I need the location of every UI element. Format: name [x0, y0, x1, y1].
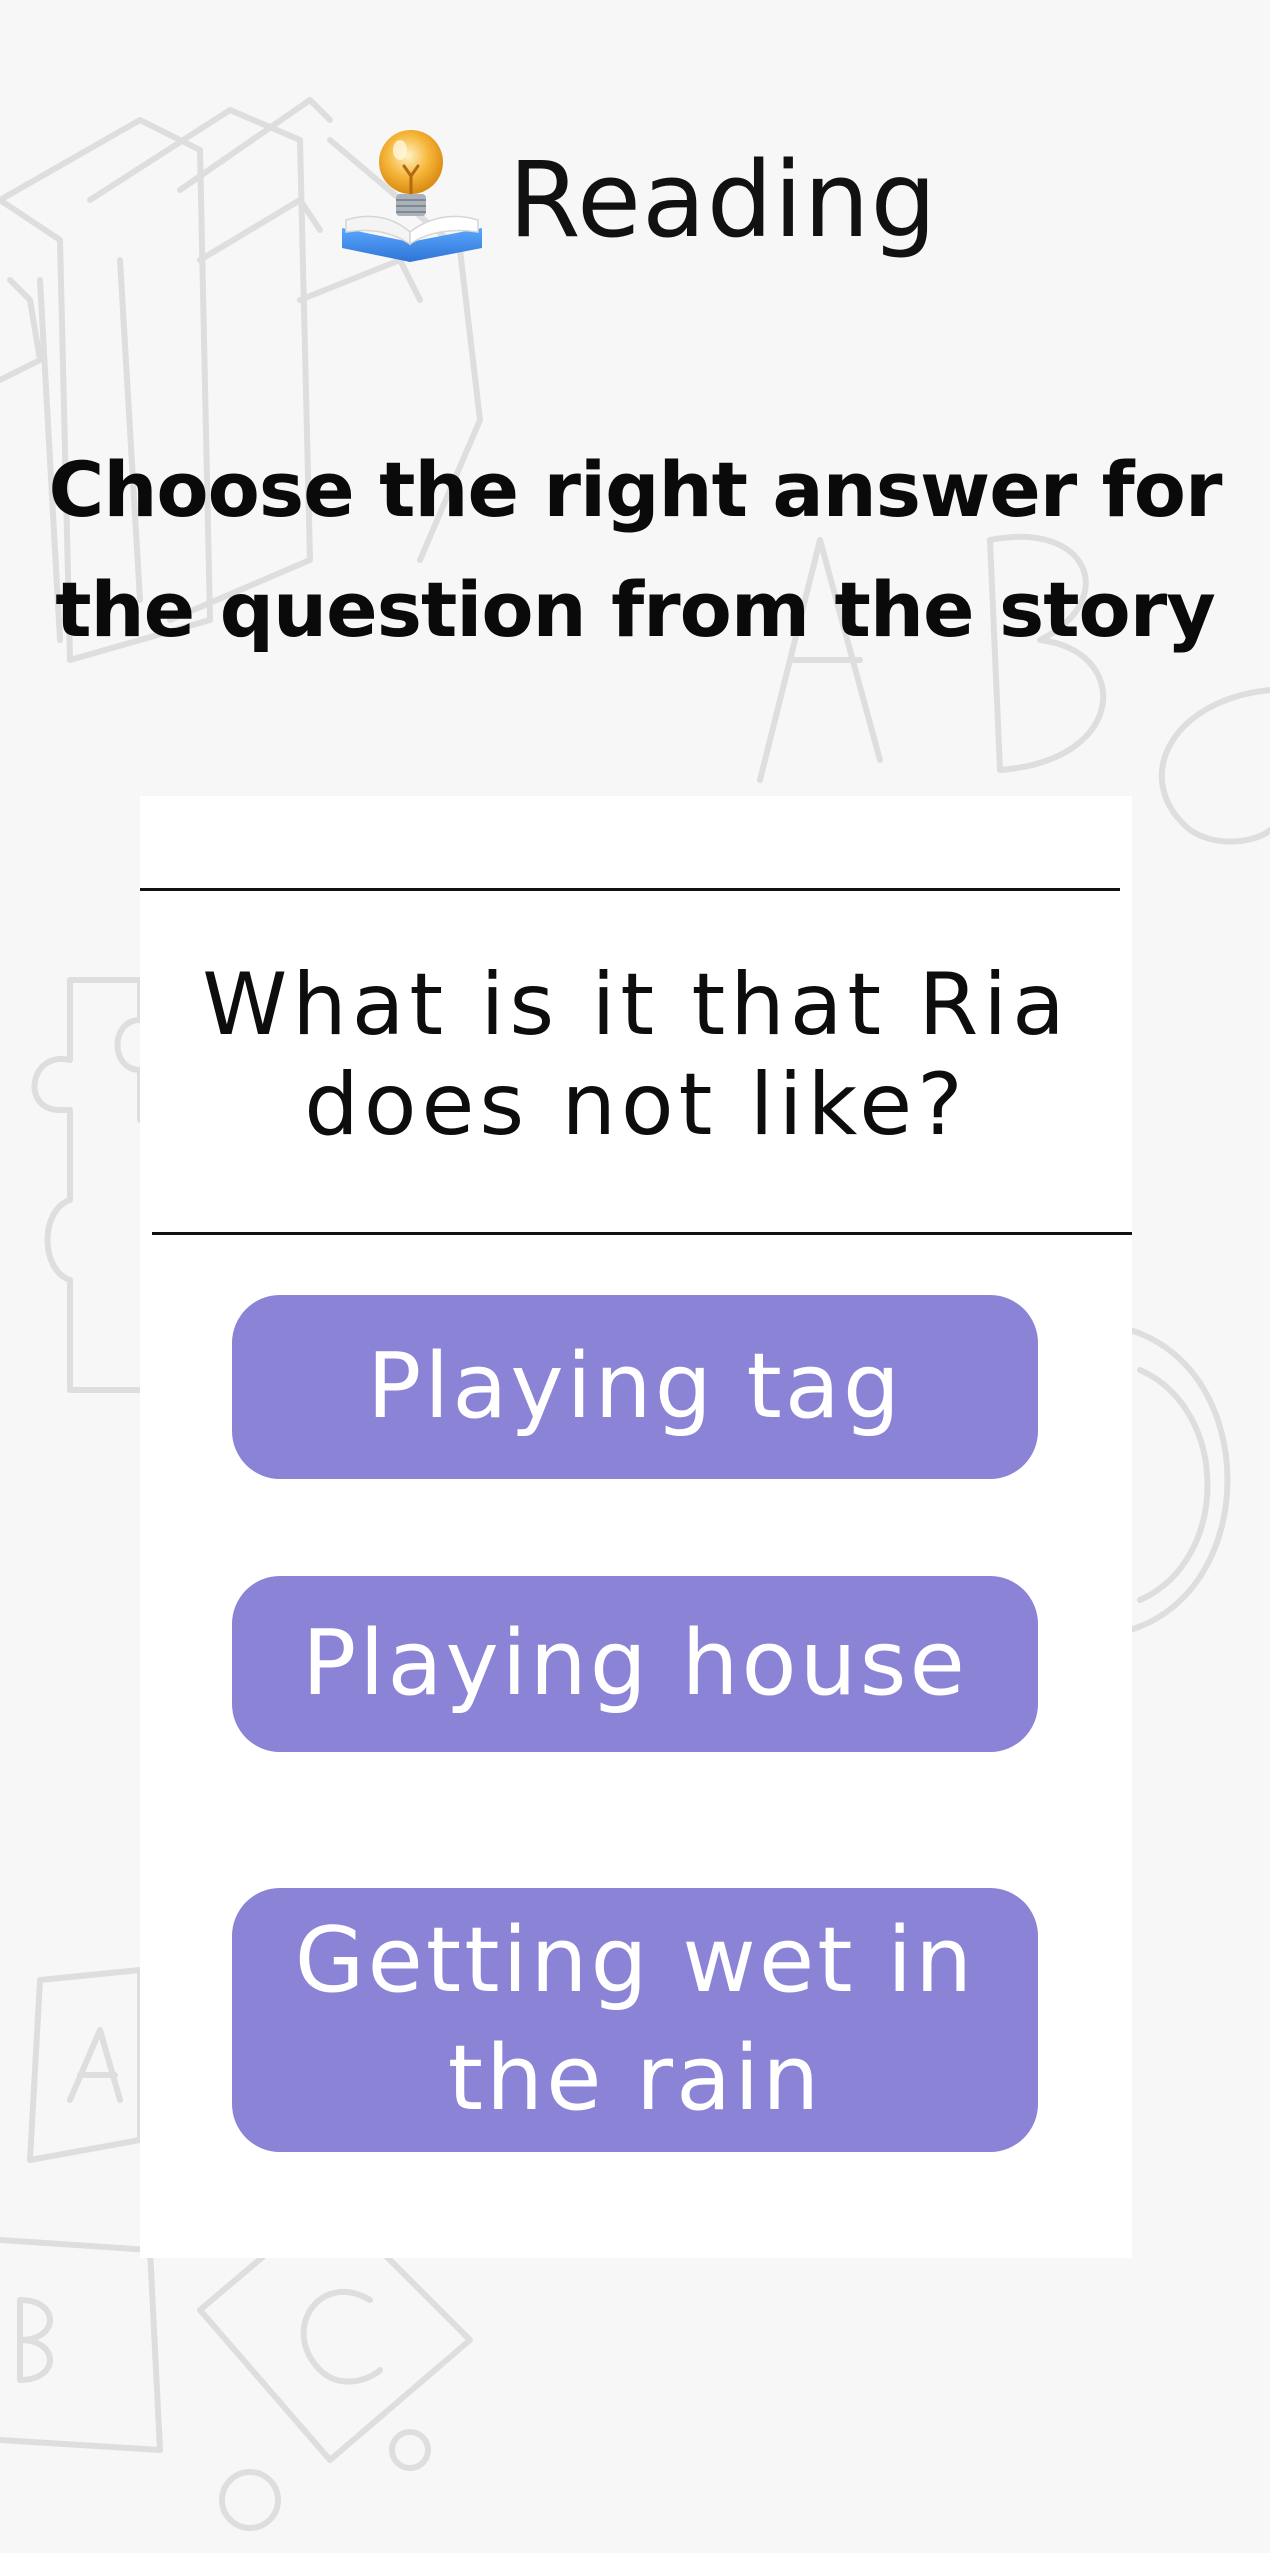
question-divider-bottom: [152, 1232, 1132, 1235]
answer-option-getting-wet-in-the-rain[interactable]: Getting wet in the rain: [232, 1888, 1038, 2152]
answer-option-playing-tag[interactable]: Playing tag: [232, 1295, 1038, 1479]
answer-option-label: Getting wet in the rain: [294, 1908, 976, 2131]
header: Reading: [0, 110, 1270, 290]
page-title: Reading: [508, 139, 938, 261]
instruction-text: Choose the right answer for the question…: [48, 445, 1223, 654]
reading-book-lightbulb-icon: [342, 130, 483, 262]
question-text: What is it that Ria does not like?: [202, 955, 1070, 1155]
answer-option-label: Playing tag: [366, 1334, 904, 1439]
answer-option-playing-house[interactable]: Playing house: [232, 1576, 1038, 1752]
answer-option-label: Playing house: [302, 1611, 968, 1716]
question-divider-top: [140, 888, 1120, 891]
